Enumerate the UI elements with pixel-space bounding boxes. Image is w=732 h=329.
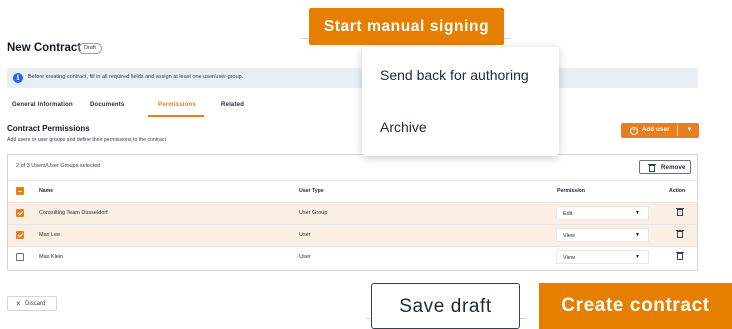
actions-menu: Send back for authoring Archive [362, 47, 559, 156]
menu-item-send-back[interactable]: Send back for authoring [380, 67, 529, 83]
header-action: Action [669, 188, 686, 194]
trash-icon[interactable] [676, 208, 684, 216]
row-checkbox[interactable] [16, 231, 24, 239]
menu-item-archive[interactable]: Archive [380, 119, 427, 135]
row-user-type: User Group [299, 210, 328, 216]
row-checkbox[interactable] [16, 253, 24, 261]
section-title: Contract Permissions [7, 124, 90, 133]
table-row: Consulting Team Düsseldorf User Group Ed… [8, 202, 697, 224]
row-name: Max Lee [39, 232, 61, 238]
permission-select[interactable]: View ▼ [556, 228, 649, 242]
discard-button[interactable]: × Discard [7, 296, 57, 311]
tab-general-information[interactable]: General Information [12, 102, 73, 108]
row-checkbox[interactable] [16, 209, 24, 217]
remove-label: Remove [661, 164, 686, 171]
chevron-down-icon: ▼ [635, 254, 640, 260]
remove-button[interactable]: Remove [639, 160, 691, 174]
save-draft-button[interactable]: Save draft [371, 283, 520, 329]
discard-label: Discard [25, 301, 46, 307]
status-badge: Draft [78, 43, 102, 54]
select-all-checkbox[interactable] [16, 187, 24, 195]
page-title: New Contract [7, 42, 82, 54]
close-icon: × [16, 299, 21, 308]
active-tab-indicator [148, 115, 204, 117]
tab-permissions[interactable]: Permissions [158, 102, 196, 108]
header-name: Name [39, 188, 54, 194]
trash-icon [648, 164, 656, 172]
permission-select[interactable]: View ▼ [556, 250, 649, 264]
permissions-table: 2 of 3 Users/User Groups selected Remove… [7, 154, 698, 271]
trash-icon[interactable] [676, 230, 684, 238]
permission-value: View [563, 254, 575, 261]
info-banner: i Before creating contract, fill in all … [7, 68, 698, 88]
row-user-type: User [299, 254, 311, 260]
trash-icon[interactable] [676, 252, 684, 260]
add-user-label: Add user [642, 127, 670, 133]
info-text: Before creating contract, fill in all re… [28, 74, 244, 80]
chevron-down-icon: ▼ [635, 232, 640, 238]
add-user-button[interactable]: + Add user ▼ [621, 123, 699, 138]
table-row: Max Klein User View ▼ [8, 246, 697, 268]
selection-count: 2 of 3 Users/User Groups selected [16, 163, 101, 169]
start-manual-signing-button[interactable]: Start manual signing [309, 8, 504, 45]
info-icon: i [13, 73, 23, 83]
chevron-down-icon: ▼ [635, 210, 640, 216]
chevron-down-icon[interactable]: ▼ [682, 125, 697, 136]
row-name: Max Klein [39, 254, 64, 260]
permission-value: View [563, 232, 575, 239]
permission-value: Edit [563, 210, 573, 217]
button-separator [677, 125, 678, 136]
row-name: Consulting Team Düsseldorf [39, 210, 108, 216]
permission-select[interactable]: Edit ▼ [556, 206, 649, 220]
header-user-type: User Type [299, 188, 324, 194]
tab-related[interactable]: Related [221, 102, 244, 108]
table-header-row: Name User Type Permission Action [8, 180, 697, 202]
row-user-type: User [299, 232, 311, 238]
create-contract-button[interactable]: Create contract [539, 283, 732, 329]
plus-circle-icon: + [630, 126, 638, 135]
table-row: Max Lee User View ▼ [8, 224, 697, 246]
section-subtitle: Add users or user groups and define thei… [7, 137, 168, 143]
tab-documents[interactable]: Documents [90, 102, 124, 108]
header-permission: Permission [557, 188, 585, 194]
